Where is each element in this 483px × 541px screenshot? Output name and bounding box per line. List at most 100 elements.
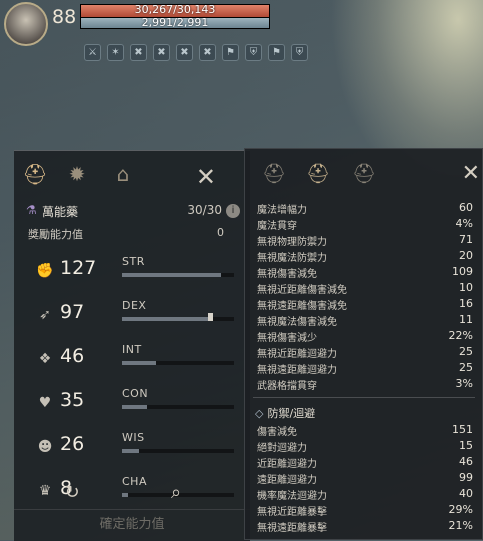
- head-icon: ☻: [37, 439, 53, 455]
- buff-icon[interactable]: ✖: [199, 44, 216, 61]
- stat-detail-value: 109: [452, 265, 473, 278]
- helmet-tab-icon[interactable]: ⛑: [259, 159, 289, 189]
- stat-detail-value: 4%: [455, 217, 473, 230]
- stat-row-con: ♥ 35 CON: [36, 387, 246, 423]
- buff-icon[interactable]: ⚑: [222, 44, 239, 61]
- search-icon[interactable]: ⌕: [164, 481, 188, 505]
- buff-icon[interactable]: ✖: [130, 44, 147, 61]
- buff-icon[interactable]: ✶: [107, 44, 124, 61]
- stat-detail-label: 無視近距離傷害減免: [257, 285, 347, 296]
- defense-row: 機率魔法迴避力 40: [257, 487, 473, 502]
- defense-row: 無視近距離暴擊 29%: [257, 503, 473, 518]
- stat-detail-value: 20: [459, 249, 473, 262]
- stat-row-int: ❖ 46 INT: [36, 343, 246, 379]
- stat-row-str: ✊ 127 STR: [36, 255, 246, 291]
- stat-value: 97: [60, 301, 85, 323]
- stat-detail-row: 無視物理防禦力 71: [257, 233, 473, 248]
- heart-icon: ♥: [38, 395, 52, 411]
- hp-text: 30,267/30,143: [134, 3, 216, 16]
- stat-detail-label: 魔法貫穿: [257, 221, 297, 232]
- defense-value: 151: [452, 423, 473, 436]
- stat-panel-tabs: ⛑ ✹ ⌂ ✕: [14, 159, 250, 191]
- stat-row-dex: ➶ 97 DEX: [36, 299, 246, 335]
- diamond-icon: ◇: [255, 407, 264, 420]
- stat-bar-fill: [122, 493, 128, 497]
- stat-value: 26: [60, 433, 85, 455]
- stat-detail-label: 無視魔法防禦力: [257, 253, 327, 264]
- stat-detail-row: 無視魔法傷害減免 11: [257, 313, 473, 328]
- defense-label: 遠距離迴避力: [257, 475, 317, 486]
- stat-name: STR: [122, 255, 145, 268]
- potion-icon: ⚗: [26, 203, 37, 217]
- stat-detail-row: 武器格擋貫穿 3%: [257, 377, 473, 392]
- helmet-tab-icon[interactable]: ⛑: [20, 159, 50, 189]
- stat-bar-fill: [122, 405, 147, 409]
- reset-icon[interactable]: ↻: [60, 481, 84, 505]
- stat-detail-value: 11: [459, 313, 473, 326]
- stat-detail-label: 無視遠距離迴避力: [257, 365, 337, 376]
- elixir-count: 30/30: [187, 203, 222, 217]
- bonus-points-label: 獎勵能力值: [28, 228, 83, 241]
- crown-icon: ♛: [38, 483, 52, 499]
- stat-value: 35: [60, 389, 85, 411]
- buff-bar: ⚔ ✶ ✖ ✖ ✖ ✖ ⚑ ⛨ ⚑ ⛨: [84, 44, 308, 61]
- buff-icon[interactable]: ✖: [153, 44, 170, 61]
- mp-bar: 2,991/2,991: [80, 16, 270, 29]
- stat-detail-label: 無視傷害減免: [257, 269, 317, 280]
- mp-text: 2,991/2,991: [141, 16, 209, 29]
- close-icon[interactable]: ✕: [196, 163, 216, 191]
- stat-bar-fill: [122, 361, 156, 365]
- stat-detail-value: 25: [459, 345, 473, 358]
- confirm-stats-button[interactable]: 確定能力值: [14, 509, 250, 540]
- stat-bar: [122, 449, 234, 453]
- defense-section-header: ◇ 防禦/迴避: [255, 405, 315, 421]
- player-avatar[interactable]: [4, 2, 48, 46]
- stat-name: WIS: [122, 431, 145, 444]
- info-icon[interactable]: i: [226, 204, 240, 218]
- buff-icon[interactable]: ⛨: [291, 44, 308, 61]
- bonus-points-row: 獎勵能力值 0: [28, 226, 224, 242]
- book-icon: ❖: [38, 351, 52, 367]
- stat-detail-row: 無視魔法防禦力 20: [257, 249, 473, 264]
- stat-detail-label: 無視物理防禦力: [257, 237, 327, 248]
- stat-detail-value: 71: [459, 233, 473, 246]
- stat-bar-fill: [122, 273, 221, 277]
- defense-value: 40: [459, 487, 473, 500]
- stat-detail-value: 3%: [455, 377, 473, 390]
- stat-detail-value: 22%: [448, 329, 473, 342]
- house-tab-icon[interactable]: ⌂: [108, 159, 138, 189]
- stat-name: CON: [122, 387, 149, 400]
- detail-panel-tabs: ⛑ ⛑ ⛑ ✕: [245, 159, 483, 191]
- defense-label: 無視近距離暴擊: [257, 507, 327, 518]
- defense-row: 遠距離迴避力 99: [257, 471, 473, 486]
- defense-row: 絕對迴避力 15: [257, 439, 473, 454]
- stat-detail-row: 無視遠距離傷害減免 16: [257, 297, 473, 312]
- buff-icon[interactable]: ✖: [176, 44, 193, 61]
- stat-bar: [122, 273, 234, 277]
- stat-detail-value: 25: [459, 361, 473, 374]
- defense-row: 傷害減免 151: [257, 423, 473, 438]
- stat-name: DEX: [122, 299, 147, 312]
- defense-value: 15: [459, 439, 473, 452]
- helmet-minus-tab-icon[interactable]: ⛑: [349, 159, 379, 189]
- defense-label: 無視遠距離暴擊: [257, 523, 327, 534]
- stat-name: CHA: [122, 475, 147, 488]
- defense-row: 無視遠距離暴擊 21%: [257, 519, 473, 534]
- foot-icon: ➶: [39, 307, 51, 323]
- stat-detail-row: 魔法貫穿 4%: [257, 217, 473, 232]
- defense-value: 99: [459, 471, 473, 484]
- star-burst-tab-icon[interactable]: ✹: [62, 159, 92, 189]
- buff-icon[interactable]: ⛨: [245, 44, 262, 61]
- helmet-plus-tab-icon[interactable]: ⛑: [303, 159, 333, 189]
- defense-label: 傷害減免: [257, 427, 297, 438]
- stat-value: 46: [60, 345, 85, 367]
- defense-value: 46: [459, 455, 473, 468]
- close-icon[interactable]: ✕: [462, 161, 480, 186]
- buff-icon[interactable]: ⚑: [268, 44, 285, 61]
- defense-label: 絕對迴避力: [257, 443, 307, 454]
- defense-label: 近距離迴避力: [257, 459, 317, 470]
- section-divider: [253, 397, 475, 398]
- defense-row: 近距離迴避力 46: [257, 455, 473, 470]
- buff-icon[interactable]: ⚔: [84, 44, 101, 61]
- arm-icon: ✊: [36, 263, 54, 279]
